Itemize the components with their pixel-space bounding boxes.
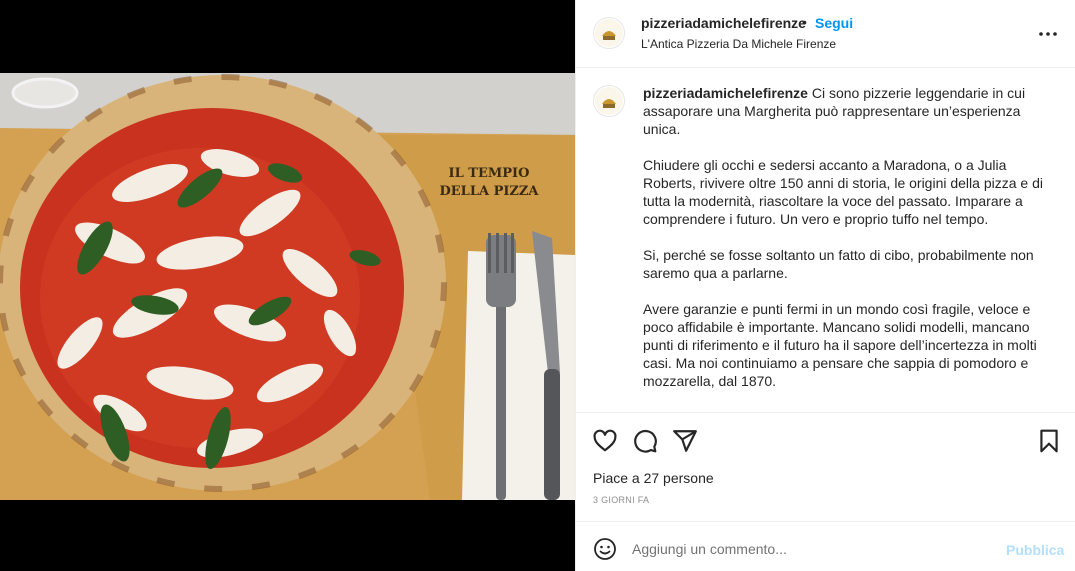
caption-username[interactable]: pizzeriadamichelefirenze (643, 85, 808, 101)
caption-paragraph-3: Si, perché se fosse soltanto un fatto di… (643, 247, 1034, 281)
caption-avatar[interactable] (593, 85, 625, 117)
more-options-icon[interactable] (1036, 22, 1060, 46)
separator-dot: • (802, 14, 807, 30)
caption-paragraph-2: Chiudere gli occhi e sedersi accanto a M… (643, 157, 1043, 227)
pizza-illustration: IL TEMPIO DELLA PIZZA (0, 73, 575, 500)
pizzeria-logo-icon (595, 19, 623, 47)
emoji-icon[interactable] (593, 537, 617, 561)
caption-section: pizzeriadamichelefirenze Ci sono pizzeri… (576, 69, 1075, 413)
post-location[interactable]: L'Antica Pizzeria Da Michele Firenze (641, 37, 836, 51)
heart-icon[interactable] (592, 428, 618, 454)
share-icon[interactable] (672, 428, 698, 454)
follow-button[interactable]: Segui (815, 15, 853, 31)
comment-input[interactable] (632, 536, 992, 562)
sign-line-1: IL TEMPIO (449, 166, 530, 181)
post-username[interactable]: pizzeriadamichelefirenze (641, 15, 806, 31)
sign-line-2: DELLA PIZZA (440, 184, 540, 199)
avatar[interactable] (593, 17, 625, 49)
bookmark-icon[interactable] (1036, 428, 1062, 454)
caption-text: pizzeriadamichelefirenze Ci sono pizzeri… (643, 84, 1043, 408)
caption-paragraph-4: Avere garanzie e punti fermi in un mondo… (643, 301, 1037, 389)
pizza-photo: IL TEMPIO DELLA PIZZA (0, 73, 575, 500)
comment-icon[interactable] (632, 428, 658, 454)
likes-count[interactable]: Piace a 27 persone (593, 470, 714, 486)
pizzeria-logo-icon (595, 87, 623, 115)
caption-paragraph-1: pizzeriadamichelefirenze Ci sono pizzeri… (643, 84, 1043, 138)
post-media[interactable]: IL TEMPIO DELLA PIZZA (0, 0, 575, 571)
post-detail-panel: pizzeriadamichelefirenze • Segui L'Antic… (575, 0, 1075, 571)
publish-button[interactable]: Pubblica (1006, 542, 1064, 558)
post-header: pizzeriadamichelefirenze • Segui L'Antic… (576, 0, 1075, 68)
comment-composer: Pubblica (576, 521, 1075, 571)
post-timestamp[interactable]: 3 GIORNI FA (593, 495, 649, 505)
action-bar (576, 425, 1075, 457)
